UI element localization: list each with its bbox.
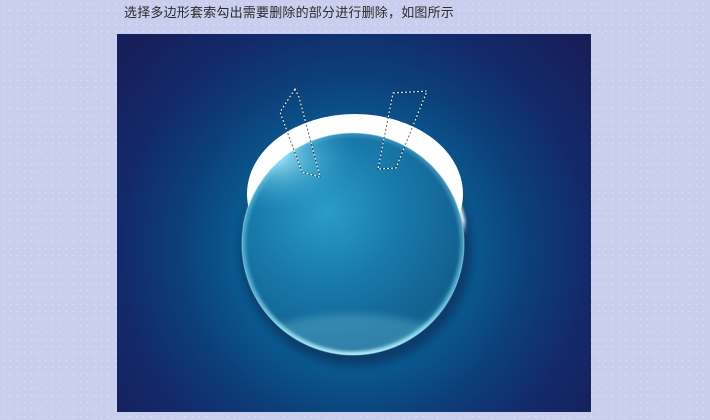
orb-illustration	[240, 87, 472, 366]
image-canvas[interactable]	[117, 34, 591, 412]
instruction-caption: 选择多边形套索勾出需要删除的部分进行删除，如图所示	[124, 6, 455, 21]
